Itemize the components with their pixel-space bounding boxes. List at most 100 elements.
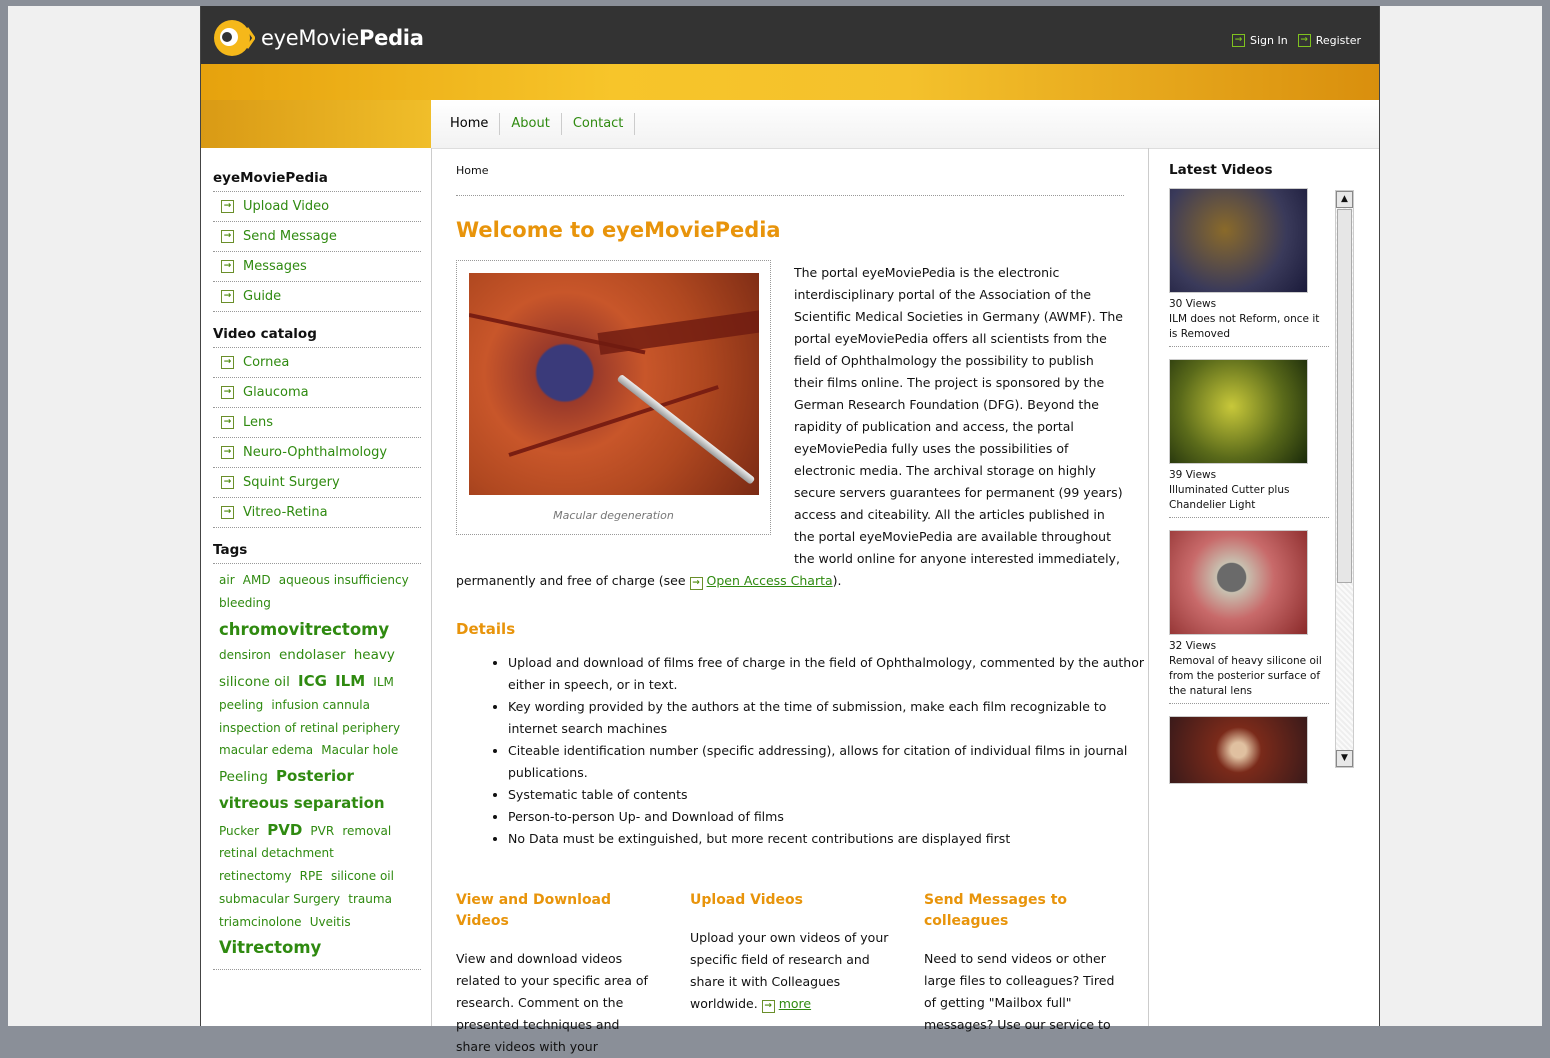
arrow-right-icon: →: [221, 200, 234, 213]
main-content: Home Welcome to eyeMoviePedia Macular de…: [431, 148, 1149, 1054]
tag-air[interactable]: air: [219, 573, 235, 587]
tag-ilm[interactable]: ILM: [335, 672, 365, 690]
arrow-right-icon: →: [221, 260, 234, 273]
tag-amd[interactable]: AMD: [243, 573, 271, 587]
sidebar-item-neuro-ophthalmology[interactable]: → Neuro-Ophthalmology: [213, 438, 421, 468]
sidebar-item-glaucoma[interactable]: → Glaucoma: [213, 378, 421, 408]
tag-pucker[interactable]: Pucker: [219, 824, 259, 838]
nav-left-banner: [201, 100, 431, 148]
sidebar-item-vitreo-retina[interactable]: → Vitreo-Retina: [213, 498, 421, 528]
tab-home[interactable]: Home: [439, 113, 501, 135]
scroll-down-icon[interactable]: ▼: [1336, 750, 1353, 767]
video-thumbnail[interactable]: [1169, 359, 1308, 464]
video-catalog-title: Video catalog: [213, 320, 421, 348]
sign-in-link[interactable]: → Sign In: [1231, 34, 1288, 47]
latest-videos-title: Latest Videos: [1169, 162, 1273, 178]
video-item[interactable]: 32 Views Removal of heavy silicone oil fr…: [1169, 530, 1329, 704]
sidebar-item-label: Squint Surgery: [243, 475, 340, 490]
video-meta: 39 Views Illuminated Cutter plus Chandeli…: [1169, 468, 1329, 513]
tag-chromovitrectomy[interactable]: chromovitrectomy: [219, 620, 389, 639]
sidebar-item-messages[interactable]: → Messages: [213, 252, 421, 282]
tag-trauma[interactable]: trauma: [348, 892, 392, 906]
tag-triamcinolone[interactable]: triamcinolone: [219, 915, 302, 929]
tag-rpe[interactable]: RPE: [300, 869, 323, 883]
details-list: Upload and download of films free of cha…: [484, 652, 1158, 850]
feature-text: Need to send videos or other large files…: [924, 948, 1124, 1036]
feature-text-body: View and download videos related to your…: [456, 951, 648, 1054]
arrow-right-icon: →: [221, 386, 234, 399]
breadcrumb[interactable]: Home: [456, 164, 1124, 196]
tag-infusion-cannula[interactable]: infusion cannula: [271, 698, 370, 712]
arrow-right-icon: →: [221, 230, 234, 243]
page-title: Welcome to eyeMoviePedia: [456, 218, 781, 242]
video-item[interactable]: 39 Views Illuminated Cutter plus Chandeli…: [1169, 359, 1329, 518]
more-link[interactable]: more: [779, 996, 811, 1011]
tab-about[interactable]: About: [500, 113, 562, 135]
sidebar-item-lens[interactable]: → Lens: [213, 408, 421, 438]
tag-silicone-oil[interactable]: silicone oil: [331, 869, 394, 883]
tag-densiron[interactable]: densiron: [219, 648, 271, 662]
tag-uveitis[interactable]: Uveitis: [310, 915, 351, 929]
video-item[interactable]: [1169, 716, 1329, 788]
tag-pvr[interactable]: PVR: [310, 824, 334, 838]
page-container: eyeMoviePedia → Sign In → Register Home Ab…: [200, 6, 1380, 1054]
details-item: Person-to-person Up- and Download of fil…: [508, 806, 1158, 828]
tag-endolaser[interactable]: endolaser: [279, 647, 346, 663]
tag-macular-hole[interactable]: Macular hole: [321, 743, 398, 757]
details-item: Citeable identification number (specific…: [508, 740, 1158, 784]
tag-inspection-of-retinal-periphery[interactable]: inspection of retinal periphery: [219, 721, 400, 735]
arrow-right-icon: →: [221, 506, 234, 519]
user-links: → Sign In → Register: [1231, 34, 1361, 47]
video-meta: 32 Views Removal of heavy silicone oil fr…: [1169, 639, 1329, 699]
tab-contact[interactable]: Contact: [562, 113, 636, 135]
video-scrollbar[interactable]: ▲ ▼: [1335, 190, 1354, 768]
tag-vitrectomy[interactable]: Vitrectomy: [219, 938, 321, 957]
tag-bleeding[interactable]: bleeding: [219, 596, 271, 610]
register-link[interactable]: → Register: [1297, 34, 1361, 47]
video-thumbnail[interactable]: [1169, 188, 1308, 293]
video-thumbnail[interactable]: [1169, 716, 1308, 784]
logo-text-eye: eye: [261, 26, 299, 50]
video-thumbnail[interactable]: [1169, 530, 1308, 635]
tag-removal[interactable]: removal: [342, 824, 391, 838]
arrow-right-icon: →: [1231, 34, 1245, 47]
macular-degeneration-image[interactable]: [469, 273, 759, 495]
video-item[interactable]: 30 Views ILM does not Reform, once it is …: [1169, 188, 1329, 347]
sidebar-item-label: Cornea: [243, 355, 290, 370]
sign-in-label: Sign In: [1249, 34, 1288, 47]
sidebar-item-guide[interactable]: → Guide: [213, 282, 421, 312]
sidebar-item-label: Messages: [243, 259, 307, 274]
details-item: Systematic table of contents: [508, 784, 1158, 806]
arrow-right-icon: →: [221, 356, 234, 369]
tag-aqueous-insufficiency[interactable]: aqueous insufficiency: [279, 573, 409, 587]
feature-text: Upload your own videos of your specific …: [690, 927, 890, 1015]
feature-text-body: Need to send videos or other large files…: [924, 951, 1115, 1032]
sidebar-item-upload-video[interactable]: → Upload Video: [213, 192, 421, 222]
arrow-right-icon: →: [1297, 34, 1311, 47]
tag-retinectomy[interactable]: retinectomy: [219, 869, 292, 883]
scroll-thumb[interactable]: [1337, 209, 1352, 583]
right-sidebar: Latest Videos 30 Views ILM does not Refor…: [1159, 148, 1369, 1026]
open-access-link[interactable]: Open Access Charta: [707, 573, 833, 588]
tag-peeling[interactable]: Peeling: [219, 769, 268, 785]
video-title[interactable]: Removal of heavy silicone oil from the p…: [1169, 654, 1329, 699]
tag-submacular-surgery[interactable]: submacular Surgery: [219, 892, 340, 906]
site-logo[interactable]: eyeMoviePedia: [213, 18, 424, 58]
scroll-up-icon[interactable]: ▲: [1336, 191, 1353, 208]
video-title[interactable]: Illuminated Cutter plus Chandelier Light: [1169, 483, 1329, 513]
intro-tail-text: permanently and free of charge (see: [456, 573, 686, 588]
video-views: 32 Views: [1169, 640, 1217, 652]
arrow-right-icon: →: [689, 577, 703, 590]
sidebar-item-squint-surgery[interactable]: → Squint Surgery: [213, 468, 421, 498]
sidebar-item-label: Guide: [243, 289, 282, 304]
image-caption: Macular degeneration: [553, 509, 674, 522]
tag-macular-edema[interactable]: macular edema: [219, 743, 313, 757]
tag-retinal-detachment[interactable]: retinal detachment: [219, 846, 334, 860]
tag-pvd[interactable]: PVD: [267, 821, 302, 839]
video-title[interactable]: ILM does not Reform, once it is Removed: [1169, 312, 1329, 342]
sidebar-item-send-message[interactable]: → Send Message: [213, 222, 421, 252]
sidebar-item-cornea[interactable]: → Cornea: [213, 348, 421, 378]
logo-text-pedia: Pedia: [359, 26, 424, 50]
arrow-right-icon: →: [221, 416, 234, 429]
tag-icg[interactable]: ICG: [298, 672, 327, 690]
